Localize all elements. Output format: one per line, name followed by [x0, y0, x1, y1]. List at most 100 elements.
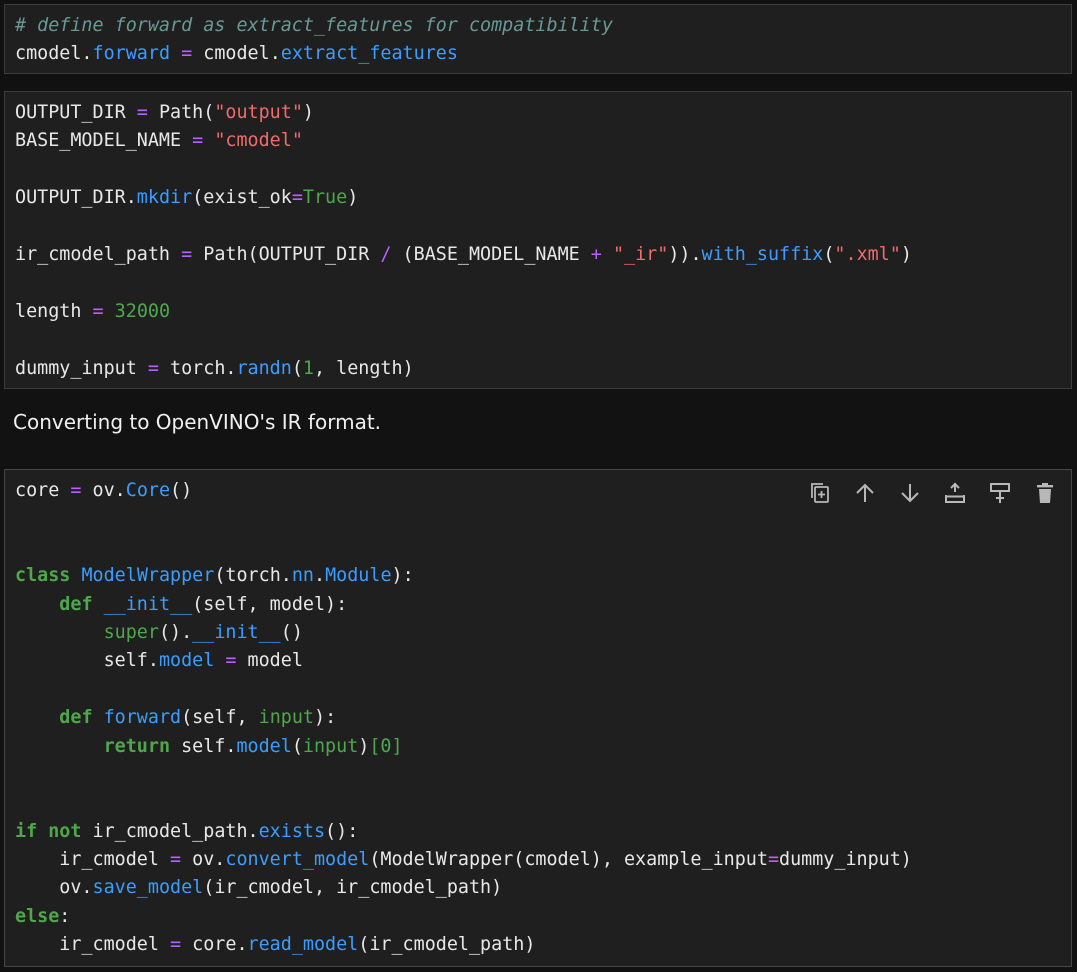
code-token: ir_cmodel — [15, 934, 171, 956]
code-line: super().__init__() — [15, 619, 912, 647]
code-token: = — [147, 357, 159, 379]
code-line: class ModelWrapper(torch.nn.Module): — [15, 562, 912, 590]
code-token: dummy_input — [15, 357, 148, 379]
code-token: ir_cmodel_path. — [81, 820, 259, 842]
code-token: / — [380, 243, 392, 265]
code-token: ): — [391, 565, 414, 587]
code-token: ( — [291, 735, 303, 757]
code-token: = — [767, 849, 780, 871]
code-token: (BASE_MODEL_NAME — [391, 243, 591, 265]
code-token: ) — [900, 243, 912, 265]
code-token: save_model — [92, 877, 204, 899]
markdown-cell[interactable]: Converting to OpenVINO's IR format. — [0, 390, 1077, 466]
code-token: def — [59, 707, 93, 729]
code-token: (ir_cmodel_path) — [358, 934, 536, 956]
code-token: model — [158, 650, 215, 672]
insert-below-icon — [988, 481, 1012, 505]
copy-cell-button[interactable] — [804, 480, 836, 506]
code-line: def __init__(self, model): — [15, 591, 912, 619]
code-token: (). — [158, 621, 193, 643]
code-token: )). — [668, 243, 702, 265]
code-token: = — [192, 130, 204, 152]
code-token: = — [92, 300, 104, 322]
code-token: 32000 — [114, 300, 171, 322]
cell-toolbar — [804, 480, 1061, 506]
code-line: OUTPUT_DIR = Path("output") — [15, 99, 912, 127]
code-editor[interactable]: core = ov.Core() class ModelWrapper(torc… — [15, 477, 912, 960]
code-token: Path(OUTPUT_DIR — [192, 243, 381, 265]
code-token: ov. — [81, 480, 126, 501]
code-token: = — [70, 480, 82, 501]
code-token: self. — [170, 735, 237, 757]
code-token: extract_features — [280, 43, 458, 65]
code-token: ir_cmodel_path — [15, 243, 182, 265]
copy-icon — [809, 481, 831, 505]
code-token: cmodel. — [15, 43, 93, 65]
code-line: if not ir_cmodel_path.exists(): — [15, 818, 912, 846]
code-line: dummy_input = torch.randn(1, length) — [15, 355, 912, 383]
code-line: OUTPUT_DIR.mkdir(exist_ok=True) — [15, 184, 912, 212]
code-token: dummy_input) — [779, 849, 912, 871]
code-token: torch. — [158, 357, 237, 379]
insert-above-button[interactable] — [939, 480, 971, 506]
code-token: self. — [15, 650, 159, 672]
code-token: length — [15, 300, 93, 322]
code-line: BASE_MODEL_NAME = "cmodel" — [15, 127, 912, 155]
code-token: OUTPUT_DIR — [15, 102, 137, 123]
code-token: = — [170, 849, 182, 871]
code-cell-1[interactable]: # define forward as extract_features for… — [4, 4, 1072, 74]
code-token: = — [181, 243, 193, 265]
code-cell-2[interactable]: OUTPUT_DIR = Path("output") BASE_MODEL_NA… — [4, 91, 1072, 389]
move-up-button[interactable] — [849, 480, 881, 506]
code-token: () — [170, 480, 193, 501]
code-token: nn — [291, 565, 314, 587]
code-line: ir_cmodel_path = Path(OUTPUT_DIR / (BASE… — [15, 241, 912, 269]
code-token: randn — [236, 357, 292, 379]
code-token: super — [103, 621, 159, 643]
code-line: else: — [15, 903, 912, 931]
move-down-button[interactable] — [894, 480, 926, 506]
code-token: "output" — [214, 102, 303, 123]
code-token: input — [258, 707, 314, 729]
code-cell-3[interactable]: core = ov.Core() class ModelWrapper(torc… — [4, 469, 1072, 967]
code-token: = — [136, 102, 148, 123]
code-editor[interactable]: OUTPUT_DIR = Path("output") BASE_MODEL_NA… — [15, 99, 912, 383]
code-token: = — [170, 934, 182, 956]
code-token: . — [314, 565, 326, 587]
delete-cell-button[interactable] — [1029, 480, 1061, 506]
insert-below-button[interactable] — [984, 480, 1016, 506]
code-token: convert_model — [225, 849, 370, 871]
code-token: ov. — [181, 849, 226, 871]
code-line: ir_cmodel = core.read_model(ir_cmodel_pa… — [15, 931, 912, 959]
code-token: __init__ — [192, 621, 281, 643]
arrow-up-icon — [853, 481, 877, 505]
code-token: input — [302, 735, 359, 757]
code-token: ov. — [15, 877, 93, 899]
code-token: () — [280, 621, 303, 643]
code-token: : — [59, 905, 71, 927]
code-comment: # define forward as extract_features for… — [15, 15, 613, 36]
code-token: ModelWrapper — [81, 565, 215, 587]
code-token: "_ir" — [612, 243, 669, 265]
code-token: mkdir — [136, 187, 193, 209]
code-token: "cmodel" — [214, 130, 303, 152]
code-token: ) — [347, 187, 359, 209]
code-token: cmodel. — [192, 43, 281, 65]
code-line: length = 32000 — [15, 298, 912, 326]
code-token: exists — [258, 820, 326, 842]
code-token: (): — [325, 820, 359, 842]
code-editor[interactable]: # define forward as extract_features for… — [15, 12, 613, 69]
